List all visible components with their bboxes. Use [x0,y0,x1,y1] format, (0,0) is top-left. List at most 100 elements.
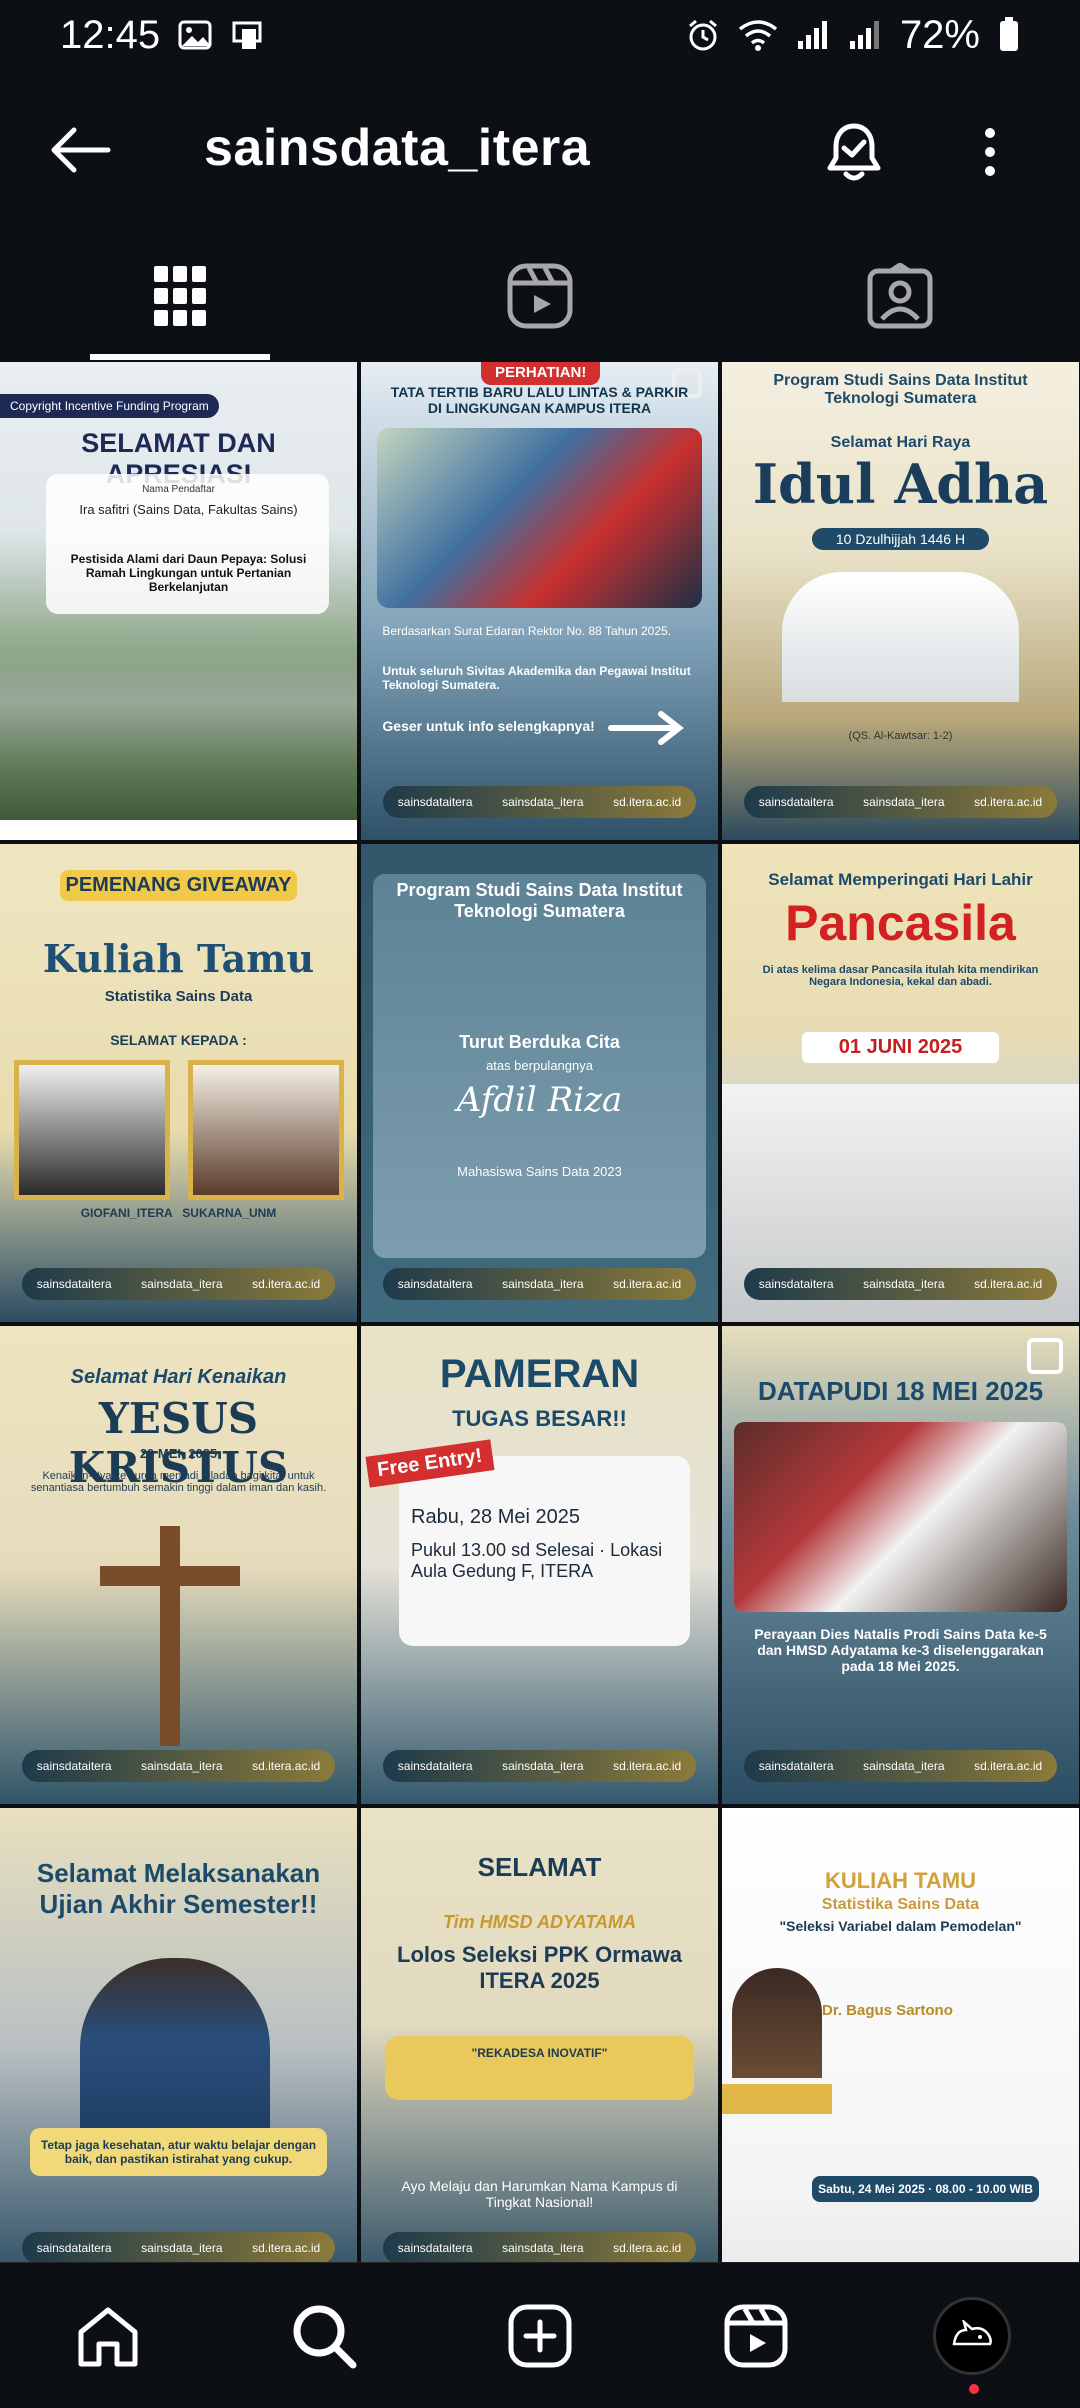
footer-instagram: sainsdata_itera [502,1277,584,1291]
home-icon [78,2307,138,2366]
post-title: DATAPUDI 18 MEI 2025 [757,1376,1044,1406]
footer-youtube: sainsdataitera [397,795,473,809]
footer-website: sd.itera.ac.id [613,1759,682,1773]
post-footer-pill: sainsdataitera sainsdata_itera sd.itera.ac… [22,2232,335,2264]
footer-youtube: sainsdataitera [36,1277,112,1291]
post-footer-pill: sainsdataitera sainsdata_itera sd.itera.ac… [383,786,696,818]
more-options-button[interactable] [950,108,1030,196]
footer-youtube: sainsdataitera [36,2241,112,2255]
post-thumbnail[interactable]: Selamat Memperingati Hari Lahir Pancasil… [722,844,1079,1322]
nav-reels-button[interactable] [696,2276,816,2396]
post-title: Kuliah Tamu [42,936,315,981]
post-thumbnail[interactable]: PEMENANG GIVEAWAY Kuliah Tamu Statistika… [0,844,357,1322]
post-title: Pancasila [785,895,1016,951]
footer-instagram: sainsdata_itera [502,2241,584,2255]
post-line1: Berdasarkan Surat Edaran Rektor No. 88 T… [382,624,672,638]
nav-profile-button[interactable] [912,2276,1032,2396]
post-line1: Tim HMSD ADYATAMA [443,1912,636,1932]
post-line3: Ayo Melaju dan Harumkan Nama Kampus di T… [401,2178,678,2210]
nav-search-button[interactable] [264,2276,384,2396]
footer-youtube: sainsdataitera [758,795,834,809]
status-bar: 12:45 72% [0,0,1080,70]
post-thumbnail[interactable]: Program Studi Sains Data Institut Teknol… [722,362,1079,840]
post-thumbnail[interactable]: KULIAH TAMU Statistika Sains Data "Selek… [722,1808,1079,2272]
post-title: Lolos Seleksi PPK Ormawa ITERA 2025 [397,1942,682,1993]
footer-youtube: sainsdataitera [758,1759,834,1773]
speaker-label [722,2084,832,2114]
wifi-icon [738,19,778,51]
post-thumbnail[interactable]: PAMERAN TUGAS BESAR!! Free Entry! Rabu, … [361,1326,718,1804]
post-badge: Selamat Memperingati Hari Lahir [768,870,1033,889]
post-title: KULIAH TAMU [824,1868,977,1893]
post-line2: Afdil Riza [456,1080,623,1120]
more-vertical-icon [985,128,995,176]
bell-icon [827,123,881,181]
post-thumbnail[interactable]: Selamat Hari Kenaikan YESUS KRISTUS 29 M… [0,1326,357,1804]
post-thumbnail[interactable]: Copyright Incentive Funding Program SELA… [0,362,357,840]
post-footer-strip [0,820,357,840]
profile-header: sainsdata_itera [0,90,1080,210]
notifications-button[interactable] [810,108,898,196]
post-line2: 01 JUNI 2025 [802,1032,999,1063]
footer-website: sd.itera.ac.id [252,2241,321,2255]
speaker-photo [732,1968,822,2078]
arrow-right-icon [608,711,684,745]
post-badge: Program Studi Sains Data Institut Teknol… [396,880,683,921]
post-badge: Program Studi Sains Data Institut Teknol… [773,372,1028,407]
post-line3: Pukul 13.00 sd Selesai · Lokasi Aula Ged… [411,1540,663,1581]
post-line2: Rabu, 28 Mei 2025 [411,1506,581,1528]
post-thumbnail[interactable]: PERHATIAN! TATA TERTIB BARU LALU LINTAS … [361,362,718,840]
footer-youtube: sainsdataitera [758,1277,834,1291]
back-arrow-icon [51,127,111,173]
profile-tabs [0,232,1080,360]
tab-posts-grid[interactable] [0,232,360,360]
app-notification-icon [230,19,266,51]
post-badge: TUGAS BESAR!! [452,1406,627,1431]
post-line2: Dr. Bagus Sartono [822,2002,953,2019]
footer-instagram: sainsdata_itera [863,1759,945,1773]
post-badge: Selamat Hari Kenaikan [70,1366,287,1388]
carousel-icon [1027,1338,1063,1374]
winner-photo-2 [188,1060,344,1200]
footer-website: sd.itera.ac.id [974,1759,1043,1773]
post-line2: Ira safitri (Sains Data, Fakultas Sains) [79,502,298,517]
nav-home-button[interactable] [48,2276,168,2396]
post-thumbnail[interactable]: Program Studi Sains Data Institut Teknol… [361,844,718,1322]
footer-website: sd.itera.ac.id [974,1277,1043,1291]
post-line1: Perayaan Dies Natalis Prodi Sains Data k… [754,1626,1047,1674]
footer-website: sd.itera.ac.id [613,795,682,809]
footer-instagram: sainsdata_itera [502,795,584,809]
post-line1: Nama Pendaftar [142,484,215,495]
motorbike-photo [377,428,702,608]
post-line3: Mahasiswa Sains Data 2023 [457,1164,622,1179]
post-badge: PEMENANG GIVEAWAY [60,870,297,901]
post-footer-pill: sainsdataitera sainsdata_itera sd.itera.ac… [744,1268,1057,1300]
post-thumbnail[interactable]: Selamat Melaksanakan Ujian Akhir Semeste… [0,1808,357,2272]
post-thumbnail[interactable]: SELAMAT Tim HMSD ADYATAMA Lolos Seleksi … [361,1808,718,2272]
post-footer-pill: sainsdataitera sainsdata_itera sd.itera.ac… [383,1268,696,1300]
post-badge: Statistika Sains Data [821,1896,980,1913]
post-footer-pill: sainsdataitera sainsdata_itera sd.itera.ac… [383,1750,696,1782]
nav-create-button[interactable] [480,2276,600,2396]
post-footer-pill: sainsdataitera sainsdata_itera sd.itera.ac… [22,1268,335,1300]
post-line3: Sabtu, 24 Mei 2025 · 08.00 - 10.00 WIB [812,2176,1039,2202]
signal-icon [796,19,830,51]
active-tab-indicator [90,354,270,360]
cross-illustration [160,1526,180,1746]
footer-instagram: sainsdata_itera [141,1759,223,1773]
footer-website: sd.itera.ac.id [613,2241,682,2255]
post-line2: Untuk seluruh Sivitas Akademika dan Pega… [382,664,691,692]
tab-tagged[interactable] [720,232,1080,360]
gallery-icon [178,20,212,50]
footer-website: sd.itera.ac.id [252,1277,321,1291]
avatar [933,2296,1011,2394]
back-button[interactable] [40,110,120,190]
post-thumbnail[interactable]: DATAPUDI 18 MEI 2025 Perayaan Dies Natal… [722,1326,1079,1804]
post-line1: 29 MEI, 2025 [139,1446,218,1461]
post-line2: 10 Dzulhijjah 1446 H [812,528,989,550]
post-line2: SELAMAT KEPADA : [110,1032,247,1048]
post-line1: Tetap jaga kesehatan, atur waktu belajar… [30,2128,327,2176]
post-title: TATA TERTIB BARU LALU LINTAS & PARKIR DI… [390,384,689,416]
post-footer-pill: sainsdataitera sainsdata_itera sd.itera.ac… [383,2232,696,2264]
tab-reels[interactable] [360,232,720,360]
